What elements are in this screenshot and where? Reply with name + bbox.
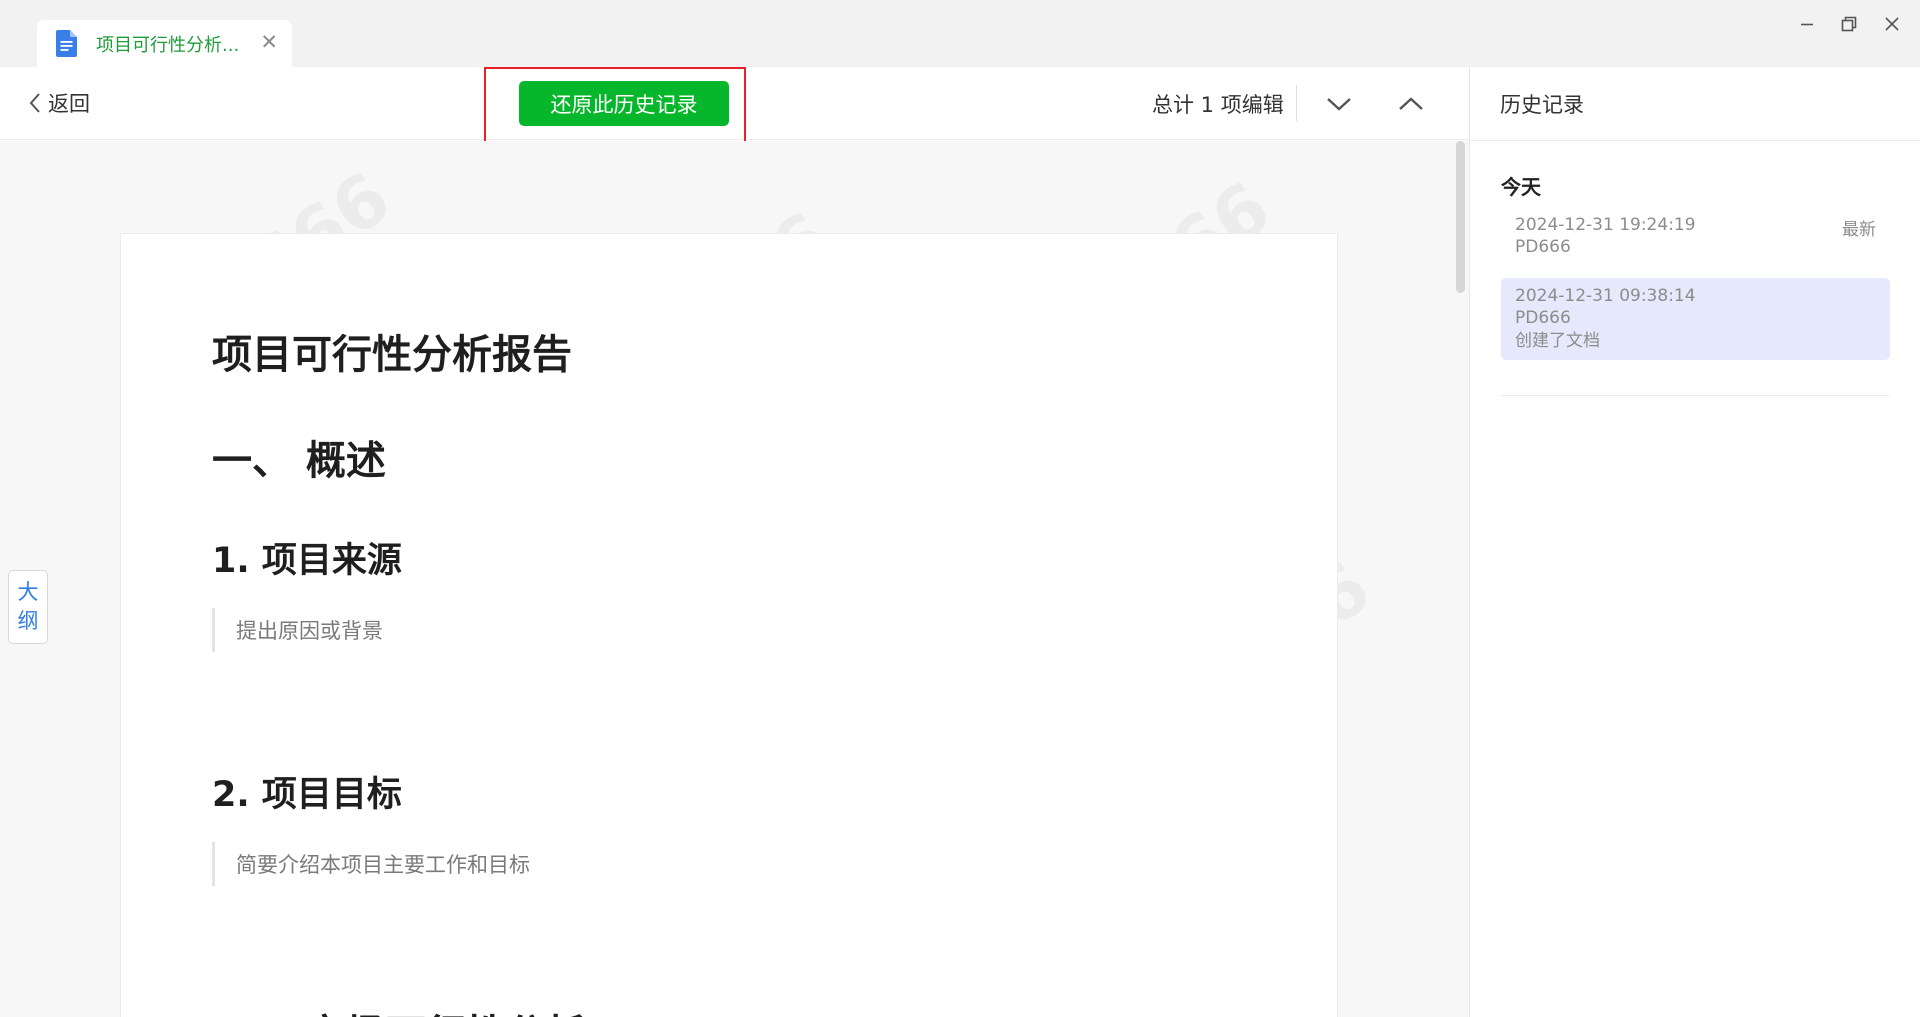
tab-title: 项目可行性分析... xyxy=(96,34,238,56)
next-edit-button[interactable] xyxy=(1321,88,1357,120)
outline-label-1: 大 xyxy=(17,580,39,604)
scrollbar-thumb[interactable] xyxy=(1456,141,1465,293)
history-version-selected[interactable]: 2024-12-31 09:38:14 PD666 创建了文档 xyxy=(1501,278,1890,360)
history-list-divider xyxy=(1501,395,1890,396)
history-header-divider xyxy=(1470,140,1920,141)
section-heading-market: 二、 市场可行性分析 xyxy=(212,1002,586,1017)
chevron-up-icon xyxy=(1399,97,1423,110)
subheading-project-source: 1. 项目来源 xyxy=(212,541,402,581)
document-viewer[interactable]: PD666 PD666 PD666 PD666 PD666 PD666 PD66… xyxy=(0,141,1469,1017)
history-panel: 历史记录 今天 2024-12-31 19:24:19 PD666 最新 202… xyxy=(1469,67,1920,1017)
restore-history-button[interactable]: 还原此历史记录 xyxy=(519,81,729,126)
restore-window-icon[interactable] xyxy=(1831,12,1867,36)
toolbar-divider xyxy=(1296,85,1297,121)
outline-toggle-button[interactable]: 大 纲 xyxy=(8,570,48,644)
title-bar: 项目可行性分析... ✕ xyxy=(0,0,1920,67)
previous-edit-button[interactable] xyxy=(1393,88,1429,120)
version-author: PD666 xyxy=(1515,237,1571,257)
subheading-project-goal: 2. 项目目标 xyxy=(212,775,402,815)
version-author: PD666 xyxy=(1515,308,1571,328)
version-time: 2024-12-31 19:24:19 xyxy=(1515,215,1696,235)
document-title: 项目可行性分析报告 xyxy=(212,332,572,378)
history-panel-title: 历史记录 xyxy=(1500,93,1584,117)
edit-count-label: 总计 1 项编辑 xyxy=(1152,93,1284,117)
document-page: 项目可行性分析报告 一、 概述 1. 项目来源 提出原因或背景 2. 项目目标 … xyxy=(120,233,1338,1017)
version-note: 创建了文档 xyxy=(1515,331,1600,351)
version-latest-tag: 最新 xyxy=(1842,220,1876,240)
quote-project-source: 提出原因或背景 xyxy=(212,608,383,652)
outline-label-2: 纲 xyxy=(17,609,39,633)
history-group-today: 今天 xyxy=(1501,175,1541,199)
minimize-icon[interactable] xyxy=(1789,12,1825,36)
tab-close-icon[interactable]: ✕ xyxy=(260,30,278,54)
document-scrollbar[interactable] xyxy=(1453,141,1469,1017)
section-heading-overview: 一、 概述 xyxy=(212,438,386,484)
document-icon xyxy=(56,30,77,57)
quote-project-goal: 简要介绍本项目主要工作和目标 xyxy=(212,842,530,886)
document-tab[interactable]: 项目可行性分析... ✕ xyxy=(37,20,292,67)
chevron-left-icon xyxy=(29,93,40,113)
chevron-down-icon xyxy=(1327,98,1351,111)
close-window-icon[interactable] xyxy=(1874,12,1910,36)
history-version-latest[interactable]: 2024-12-31 19:24:19 PD666 最新 xyxy=(1501,207,1890,265)
back-button[interactable]: 返回 xyxy=(28,87,90,119)
history-toolbar: 返回 还原此历史记录 总计 1 项编辑 xyxy=(0,67,1469,143)
version-time: 2024-12-31 09:38:14 xyxy=(1515,286,1696,306)
back-label: 返回 xyxy=(48,92,90,116)
